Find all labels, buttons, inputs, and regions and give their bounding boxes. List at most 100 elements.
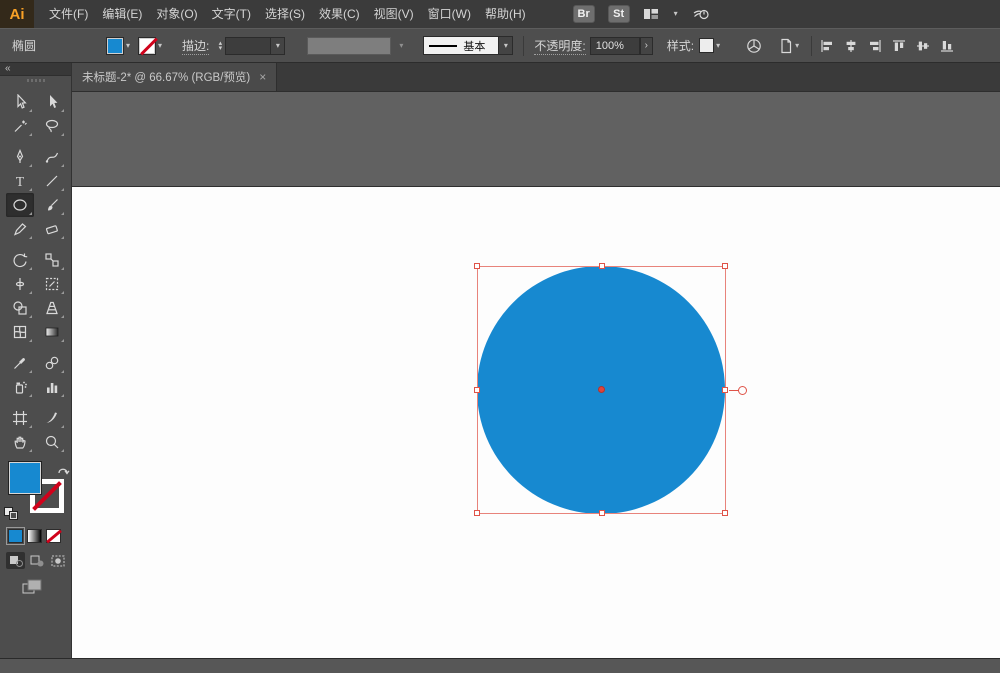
- align-vertical-top-button[interactable]: [892, 39, 906, 53]
- menu-item-object[interactable]: 对象(O): [149, 0, 204, 28]
- pasteboard[interactable]: [72, 92, 1000, 658]
- align-horizontal-right-button[interactable]: [868, 39, 882, 53]
- chevron-down-icon[interactable]: ▾: [124, 42, 132, 50]
- opacity-label[interactable]: 不透明度:: [534, 37, 585, 55]
- brush-stroke-preview: [429, 45, 457, 47]
- hand-icon: [12, 434, 28, 450]
- fill-color-swatch[interactable]: [106, 37, 124, 55]
- document-tab[interactable]: 未标题-2* @ 66.67% (RGB/预览) ×: [72, 63, 277, 91]
- eraser-tool[interactable]: [38, 217, 66, 241]
- stroke-weight-label[interactable]: 描边:: [182, 37, 209, 55]
- menu-item-effect[interactable]: 效果(C): [312, 0, 367, 28]
- draw-behind-mode-button[interactable]: [27, 552, 46, 569]
- opacity-input[interactable]: 100%: [590, 37, 640, 55]
- align-buttons: [820, 39, 954, 53]
- pen-tool[interactable]: [6, 145, 34, 169]
- sync-settings-icon[interactable]: [693, 6, 711, 22]
- menu-item-file[interactable]: 文件(F): [42, 0, 95, 28]
- menu-item-window[interactable]: 窗口(W): [421, 0, 478, 28]
- menu-item-edit[interactable]: 编辑(E): [95, 0, 149, 28]
- mesh-tool[interactable]: [6, 320, 34, 344]
- align-vertical-bottom-button[interactable]: [940, 39, 954, 53]
- chevron-down-icon[interactable]: ▾: [499, 36, 513, 55]
- stroke-color-swatch[interactable]: [138, 37, 156, 55]
- document-setup-icon[interactable]: [778, 38, 793, 54]
- pencil-tool[interactable]: [6, 217, 34, 241]
- panel-collapse-button[interactable]: «: [0, 63, 71, 76]
- slice-tool[interactable]: [38, 406, 66, 430]
- column-graph-tool[interactable]: [38, 375, 66, 399]
- selection-tool[interactable]: [6, 90, 34, 114]
- chevron-down-icon[interactable]: ▾: [271, 37, 285, 55]
- fill-proxy-swatch[interactable]: [8, 461, 42, 495]
- chevron-down-icon[interactable]: ▾: [714, 42, 722, 50]
- illustrator-window: Ai 文件(F)编辑(E)对象(O)文字(T)选择(S)效果(C)视图(V)窗口…: [0, 0, 1000, 673]
- ellipse-tool[interactable]: [6, 193, 34, 217]
- menu-item-type[interactable]: 文字(T): [205, 0, 258, 28]
- selection-handle[interactable]: [599, 263, 605, 269]
- menu-item-help[interactable]: 帮助(H): [478, 0, 533, 28]
- selection-handle[interactable]: [599, 510, 605, 516]
- stroke-weight-input[interactable]: [225, 37, 271, 55]
- paintbrush-icon: [44, 197, 60, 213]
- lasso-tool[interactable]: [38, 114, 66, 138]
- hand-tool[interactable]: [6, 430, 34, 454]
- paintbrush-tool[interactable]: [38, 193, 66, 217]
- selection-handle[interactable]: [722, 263, 728, 269]
- color-button[interactable]: [8, 529, 23, 543]
- menu-item-select[interactable]: 选择(S): [258, 0, 312, 28]
- free-transform-tool[interactable]: [38, 272, 66, 296]
- selection-handle[interactable]: [722, 387, 728, 393]
- gradient-tool[interactable]: [38, 320, 66, 344]
- draw-normal-mode-button[interactable]: [6, 552, 25, 569]
- align-horizontal-center-button[interactable]: [844, 39, 858, 53]
- opacity-options-button[interactable]: ›: [640, 37, 653, 55]
- screen-mode-button[interactable]: [22, 579, 71, 600]
- selection-handle[interactable]: [474, 510, 480, 516]
- panel-grip[interactable]: [27, 79, 45, 82]
- curvature-tool[interactable]: [38, 145, 66, 169]
- graphic-style-swatch[interactable]: [699, 38, 714, 53]
- gradient-button[interactable]: [27, 529, 42, 543]
- width-profile-select[interactable]: [307, 37, 391, 55]
- scale-tool[interactable]: [38, 248, 66, 272]
- workspace-switcher-icon[interactable]: [643, 7, 659, 21]
- selection-handle[interactable]: [474, 263, 480, 269]
- tools-panel: « T: [0, 63, 72, 658]
- recolor-artwork-icon[interactable]: [746, 38, 762, 54]
- chevron-down-icon[interactable]: ▾: [672, 10, 680, 18]
- default-stroke-square: [9, 511, 18, 520]
- zoom-tool[interactable]: [38, 430, 66, 454]
- width-tool[interactable]: [6, 272, 34, 296]
- line-segment-tool[interactable]: [38, 169, 66, 193]
- selection-center-point[interactable]: [598, 386, 605, 393]
- menu-item-view[interactable]: 视图(V): [367, 0, 421, 28]
- swap-fill-stroke-icon[interactable]: [57, 462, 70, 480]
- direct-selection-tool[interactable]: [38, 90, 66, 114]
- rotate-tool[interactable]: [6, 248, 34, 272]
- perspective-grid-tool[interactable]: [38, 296, 66, 320]
- bridge-button[interactable]: Br: [573, 5, 595, 23]
- brush-definition-select[interactable]: 基本: [423, 36, 499, 55]
- rotate-widget-handle[interactable]: [738, 386, 747, 395]
- draw-inside-mode-button[interactable]: [48, 552, 67, 569]
- mini-bridge-button[interactable]: St: [608, 5, 630, 23]
- selection-handle[interactable]: [474, 387, 480, 393]
- stroke-weight-stepper[interactable]: ▴▾: [215, 41, 225, 51]
- type-tool[interactable]: T: [6, 169, 34, 193]
- artboard-tool[interactable]: [6, 406, 34, 430]
- chevron-down-icon[interactable]: ▾: [156, 42, 164, 50]
- magic-wand-icon: [12, 118, 28, 134]
- shape-builder-tool[interactable]: [6, 296, 34, 320]
- close-icon[interactable]: ×: [259, 70, 266, 84]
- chevron-down-icon[interactable]: ▾: [793, 42, 801, 50]
- default-fill-stroke-icon[interactable]: [4, 507, 20, 521]
- align-vertical-center-button[interactable]: [916, 39, 930, 53]
- magic-wand-tool[interactable]: [6, 114, 34, 138]
- blend-tool[interactable]: [38, 351, 66, 375]
- symbol-sprayer-tool[interactable]: [6, 375, 34, 399]
- none-button[interactable]: [46, 529, 61, 543]
- align-horizontal-left-button[interactable]: [820, 39, 834, 53]
- selection-handle[interactable]: [722, 510, 728, 516]
- eyedropper-tool[interactable]: [6, 351, 34, 375]
